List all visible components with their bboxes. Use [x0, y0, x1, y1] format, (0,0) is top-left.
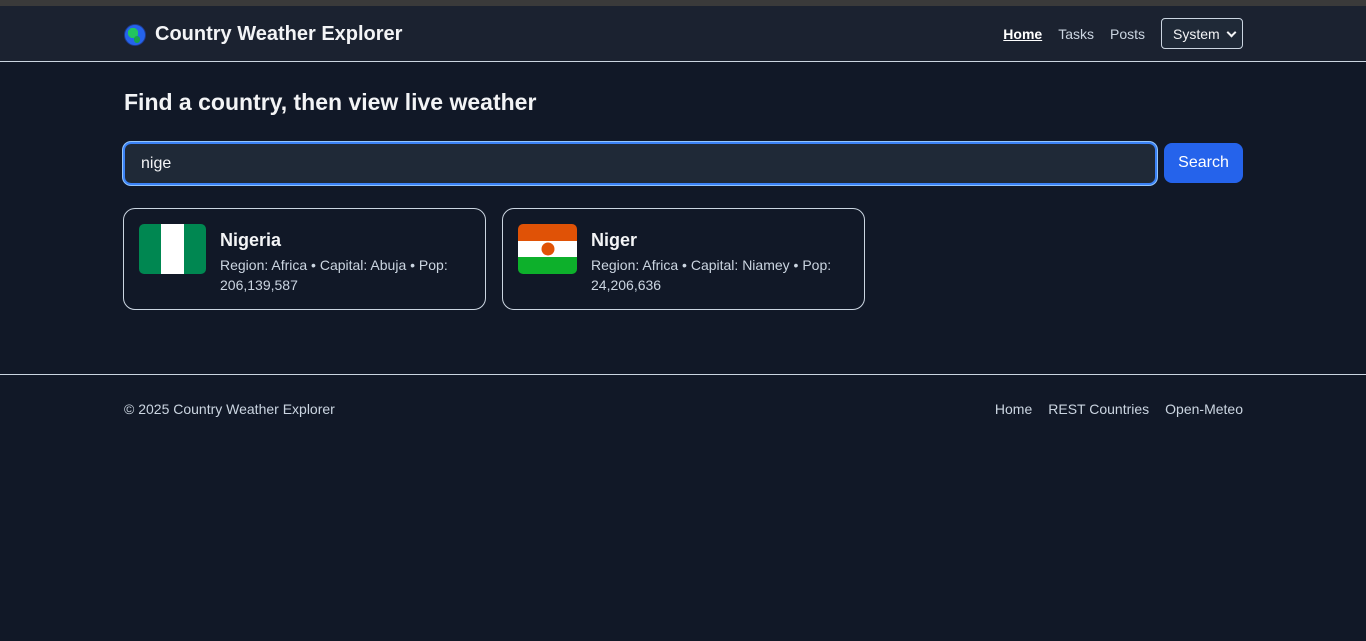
results-list: Nigeria Region: Africa • Capital: Abuja …	[123, 208, 881, 310]
country-card-niger[interactable]: Niger Region: Africa • Capital: Niamey •…	[502, 208, 865, 310]
brand[interactable]: Country Weather Explorer	[124, 23, 402, 46]
site-title: Country Weather Explorer	[155, 23, 403, 45]
country-name: Niger	[591, 230, 638, 250]
country-name: Nigeria	[220, 230, 282, 250]
nigeria-flag-icon	[139, 224, 206, 274]
site-header: Country Weather Explorer Home Tasks Post…	[0, 6, 1366, 62]
globe-icon	[124, 23, 146, 46]
page-title: Find a country, then view live weather	[124, 89, 537, 115]
nav-posts[interactable]: Posts	[1110, 26, 1145, 42]
search-input[interactable]	[123, 142, 1157, 185]
copyright: © 2025 Country Weather Explorer	[124, 401, 335, 417]
country-meta: Region: Africa • Capital: Abuja • Pop: 2…	[220, 257, 448, 293]
country-meta: Region: Africa • Capital: Niamey • Pop: …	[591, 257, 832, 293]
theme-select[interactable]: System	[1161, 18, 1243, 49]
footer-links: Home REST Countries Open-Meteo	[979, 401, 1243, 417]
nav-tasks[interactable]: Tasks	[1058, 26, 1094, 42]
search-button[interactable]: Search	[1164, 143, 1243, 183]
footer-link-rest-countries[interactable]: REST Countries	[1048, 401, 1149, 417]
country-card-nigeria[interactable]: Nigeria Region: Africa • Capital: Abuja …	[123, 208, 486, 310]
footer-divider	[0, 374, 1366, 375]
main-nav: Home Tasks Posts System	[987, 18, 1243, 49]
footer-link-home[interactable]: Home	[995, 401, 1032, 417]
footer-link-open-meteo[interactable]: Open-Meteo	[1165, 401, 1243, 417]
chevron-down-icon	[1226, 27, 1237, 38]
theme-select-value: System	[1173, 25, 1220, 42]
niger-flag-icon	[518, 224, 577, 274]
nav-home[interactable]: Home	[1003, 26, 1042, 42]
